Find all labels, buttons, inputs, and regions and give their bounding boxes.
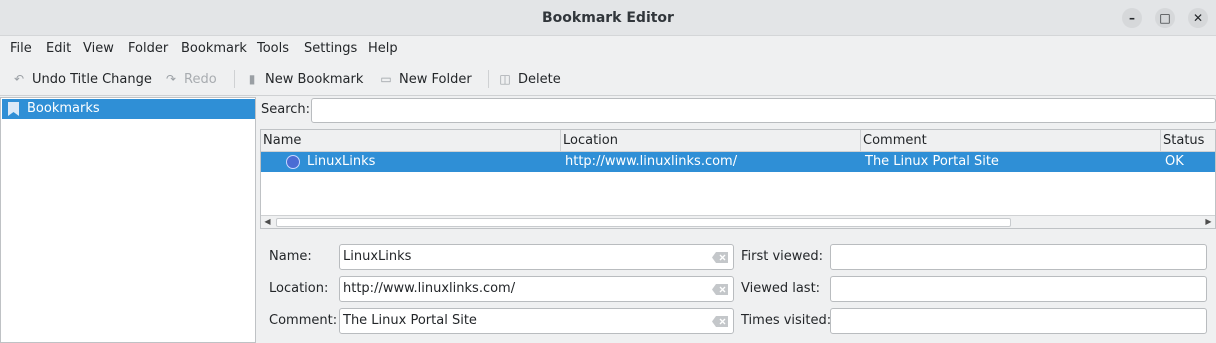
comment-field-value: The Linux Portal Site bbox=[343, 313, 477, 328]
times-visited-field[interactable] bbox=[830, 308, 1207, 334]
bookmark-table[interactable]: Name Location Comment Status LinuxLinks … bbox=[260, 129, 1216, 229]
location-field-value: http://www.linuxlinks.com/ bbox=[343, 281, 516, 296]
cell-comment: The Linux Portal Site bbox=[865, 154, 999, 169]
new-folder-button[interactable]: ▭ New Folder bbox=[379, 62, 472, 96]
table-header: Name Location Comment Status bbox=[261, 130, 1215, 152]
menu-bookmark[interactable]: Bookmark bbox=[181, 37, 247, 61]
maximize-icon: □ bbox=[1159, 11, 1171, 25]
menu-settings[interactable]: Settings bbox=[304, 37, 357, 61]
menu-file[interactable]: File bbox=[10, 37, 32, 61]
location-label: Location: bbox=[269, 281, 329, 296]
menu-tools[interactable]: Tools bbox=[257, 37, 289, 61]
minimize-icon: – bbox=[1129, 11, 1135, 25]
delete-button[interactable]: ◫ Delete bbox=[498, 62, 561, 96]
menu-view[interactable]: View bbox=[83, 37, 114, 61]
search-input[interactable] bbox=[311, 98, 1216, 123]
menu-folder[interactable]: Folder bbox=[128, 37, 168, 61]
column-header-name[interactable]: Name bbox=[261, 130, 561, 152]
cell-name: LinuxLinks bbox=[307, 154, 376, 169]
redo-icon: ↷ bbox=[165, 72, 177, 86]
horizontal-scrollbar[interactable]: ◀ ▶ bbox=[261, 215, 1215, 228]
close-button[interactable]: ✕ bbox=[1188, 8, 1208, 28]
clear-icon[interactable] bbox=[712, 316, 728, 327]
toolbar-separator bbox=[488, 70, 489, 88]
comment-field[interactable]: The Linux Portal Site bbox=[339, 308, 734, 334]
toolbar: ↶ Undo Title Change ↷ Redo ▮ New Bookmark ▭… bbox=[0, 62, 1216, 96]
folder-tree[interactable]: Bookmarks bbox=[0, 97, 256, 343]
scroll-left-icon[interactable]: ◀ bbox=[261, 216, 274, 228]
new-bookmark-button[interactable]: ▮ New Bookmark bbox=[245, 62, 364, 96]
clear-icon[interactable] bbox=[712, 284, 728, 295]
name-field[interactable]: LinuxLinks bbox=[339, 244, 734, 270]
tree-item-label: Bookmarks bbox=[27, 101, 100, 116]
menu-help[interactable]: Help bbox=[368, 37, 398, 61]
times-visited-label: Times visited: bbox=[741, 313, 832, 328]
comment-label: Comment: bbox=[269, 313, 338, 328]
name-field-value: LinuxLinks bbox=[343, 249, 412, 264]
viewed-last-field[interactable] bbox=[830, 276, 1207, 302]
undo-icon: ↶ bbox=[13, 72, 25, 86]
close-icon: ✕ bbox=[1192, 11, 1204, 25]
trash-icon: ◫ bbox=[499, 72, 511, 86]
column-header-location[interactable]: Location bbox=[561, 130, 861, 152]
search-label: Search: bbox=[261, 102, 311, 117]
window-title: Bookmark Editor bbox=[542, 10, 674, 26]
table-row[interactable]: LinuxLinks http://www.linuxlinks.com/ Th… bbox=[261, 152, 1215, 172]
bookmark-icon bbox=[8, 102, 19, 116]
menu-bar: File Edit View Folder Bookmark Tools Set… bbox=[0, 37, 1216, 61]
column-header-status[interactable]: Status bbox=[1161, 130, 1215, 152]
undo-button[interactable]: ↶ Undo Title Change bbox=[12, 62, 152, 96]
redo-button[interactable]: ↷ Redo bbox=[164, 62, 217, 96]
column-header-comment[interactable]: Comment bbox=[861, 130, 1161, 152]
cell-location: http://www.linuxlinks.com/ bbox=[565, 154, 738, 169]
delete-label: Delete bbox=[518, 72, 561, 87]
new-folder-icon: ▭ bbox=[380, 72, 392, 86]
clear-icon[interactable] bbox=[712, 252, 728, 263]
first-viewed-field[interactable] bbox=[830, 244, 1207, 270]
toolbar-separator bbox=[234, 70, 235, 88]
undo-label: Undo Title Change bbox=[32, 72, 152, 87]
globe-icon bbox=[286, 155, 300, 169]
new-folder-label: New Folder bbox=[399, 72, 472, 87]
name-label: Name: bbox=[269, 249, 312, 264]
new-bookmark-label: New Bookmark bbox=[265, 72, 364, 87]
title-bar: Bookmark Editor – □ ✕ bbox=[0, 0, 1216, 36]
location-field[interactable]: http://www.linuxlinks.com/ bbox=[339, 276, 734, 302]
minimize-button[interactable]: – bbox=[1122, 8, 1142, 28]
tree-item-bookmarks[interactable]: Bookmarks bbox=[2, 99, 255, 119]
first-viewed-label: First viewed: bbox=[741, 249, 824, 264]
redo-label: Redo bbox=[184, 72, 217, 87]
scrollbar-thumb[interactable] bbox=[276, 218, 1011, 227]
menu-edit[interactable]: Edit bbox=[46, 37, 71, 61]
scroll-right-icon[interactable]: ▶ bbox=[1202, 216, 1215, 228]
cell-status: OK bbox=[1165, 154, 1184, 169]
viewed-last-label: Viewed last: bbox=[741, 281, 821, 296]
maximize-button[interactable]: □ bbox=[1155, 8, 1175, 28]
new-bookmark-icon: ▮ bbox=[248, 72, 256, 86]
